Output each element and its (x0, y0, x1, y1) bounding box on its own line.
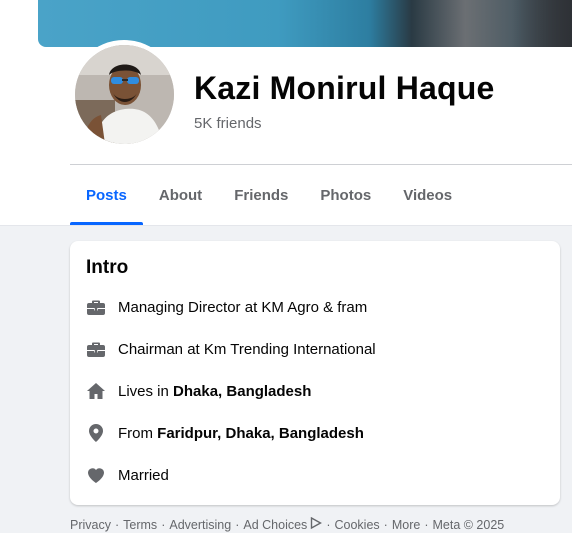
ad-choices-icon (310, 516, 323, 532)
profile-name: Kazi Monirul Haque (194, 70, 495, 106)
intro-prefix: From (118, 424, 158, 442)
footer-copyright: Meta © 2025 (432, 517, 505, 532)
intro-item-label: Lives in Dhaka, Bangladesh (118, 383, 311, 400)
footer-link-ad-choices[interactable]: Ad Choices (243, 518, 307, 532)
intro-card: Intro Managing Director at KM Agro & fra… (70, 241, 560, 505)
footer-separator: · (114, 517, 120, 532)
intro-item-from: From Faridpur, Dhaka, Bangladesh (86, 421, 546, 445)
home-icon (86, 381, 106, 401)
intro-place-link[interactable]: Faridpur, Dhaka, Bangladesh (157, 425, 364, 442)
briefcase-icon (86, 297, 106, 317)
footer-separator: · (383, 517, 388, 532)
footer-separator: · (424, 517, 429, 532)
avatar[interactable] (75, 45, 174, 144)
intro-item-label: Managing Director at KM Agro & fram (118, 298, 368, 316)
footer-separator: · (161, 517, 166, 532)
tab-friends[interactable]: Friends (218, 166, 304, 224)
intro-item-relationship: Married (86, 463, 546, 487)
footer-link-terms[interactable]: Terms (123, 518, 157, 532)
tab-photos[interactable]: Photos (304, 166, 387, 224)
tab-videos[interactable]: Videos (387, 166, 468, 224)
intro-prefix: Lives in (118, 382, 174, 400)
heart-icon (86, 465, 106, 485)
tab-posts[interactable]: Posts (70, 166, 143, 225)
footer-link-advertising[interactable]: Advertising (169, 518, 231, 532)
intro-item-work-2: Chairman at Km Trending International (86, 337, 546, 361)
friends-count[interactable]: 5K friends (194, 115, 262, 132)
intro-item-lives-in: Lives in Dhaka, Bangladesh (86, 379, 546, 403)
intro-item-label: Married (118, 466, 169, 484)
footer-separator: · (326, 517, 331, 532)
intro-item-label: From Faridpur, Dhaka, Bangladesh (118, 425, 364, 442)
tab-about[interactable]: About (143, 166, 218, 224)
intro-item-label: Chairman at Km Trending International (118, 340, 376, 358)
location-pin-icon (86, 423, 106, 443)
footer-separator: · (235, 517, 240, 532)
intro-title: Intro (86, 257, 129, 278)
intro-place-link[interactable]: Dhaka, Bangladesh (173, 383, 311, 400)
header-divider (70, 164, 572, 165)
footer-link-cookies[interactable]: Cookies (334, 518, 379, 532)
profile-tabs: Posts About Friends Photos Videos (70, 166, 468, 226)
footer-links: Privacy · Terms · Advertising · Ad Choic… (70, 516, 505, 532)
intro-item-work-1: Managing Director at KM Agro & fram (86, 295, 546, 319)
footer-link-privacy[interactable]: Privacy (70, 518, 111, 532)
footer-link-more[interactable]: More (392, 518, 420, 532)
briefcase-icon (86, 339, 106, 359)
